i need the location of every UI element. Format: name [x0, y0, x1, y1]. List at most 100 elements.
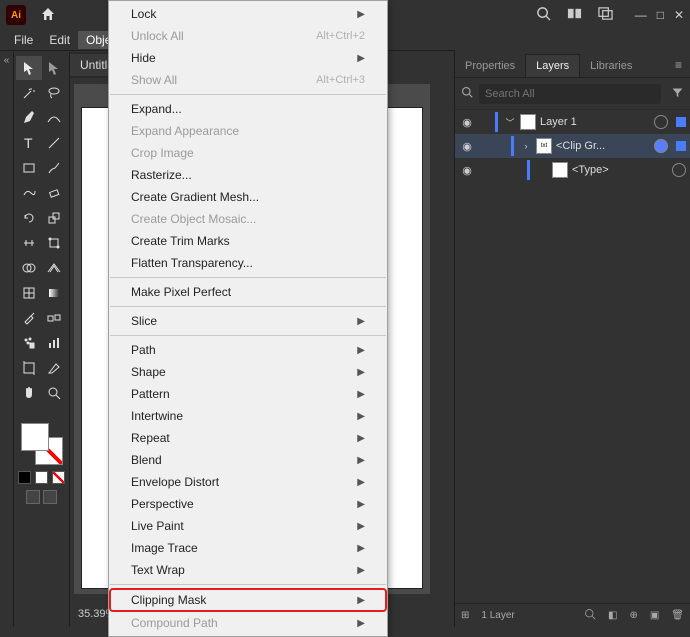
menu-live-paint[interactable]: Live Paint▶ — [109, 515, 387, 537]
expand-icon[interactable]: › — [520, 141, 532, 151]
layer-name[interactable]: <Type> — [572, 164, 668, 176]
shaper-tool[interactable] — [16, 181, 42, 205]
arrange-icon[interactable] — [567, 6, 582, 24]
menu-pattern[interactable]: Pattern▶ — [109, 383, 387, 405]
close-button[interactable]: ✕ — [674, 8, 684, 22]
none-mode-swatch[interactable] — [52, 471, 65, 484]
minimize-button[interactable]: — — [635, 8, 647, 22]
direct-selection-tool[interactable] — [42, 56, 68, 80]
menu-repeat[interactable]: Repeat▶ — [109, 427, 387, 449]
artboard-tool[interactable] — [16, 356, 42, 380]
target-icon[interactable] — [672, 163, 686, 177]
curvature-tool[interactable] — [42, 106, 68, 130]
menu-slice[interactable]: Slice▶ — [109, 310, 387, 332]
visibility-icon[interactable]: ◉ — [459, 116, 475, 129]
menu-make-pixel-perfect[interactable]: Make Pixel Perfect — [109, 281, 387, 303]
menu-compound-path[interactable]: Compound Path▶ — [109, 612, 387, 634]
gradient-mode-swatch[interactable] — [35, 471, 48, 484]
pen-tool[interactable] — [16, 106, 42, 130]
expand-icon[interactable]: ﹀ — [504, 116, 516, 129]
menu-envelope-distort[interactable]: Envelope Distort▶ — [109, 471, 387, 493]
selection-tool[interactable] — [16, 56, 42, 80]
gradient-tool[interactable] — [42, 281, 68, 305]
submenu-arrow-icon: ▶ — [357, 595, 365, 606]
menu-perspective[interactable]: Perspective▶ — [109, 493, 387, 515]
menu-path[interactable]: Path▶ — [109, 339, 387, 361]
rotate-tool[interactable] — [16, 206, 42, 230]
submenu-arrow-icon: ▶ — [357, 433, 365, 444]
visibility-icon[interactable]: ◉ — [459, 140, 475, 153]
visibility-icon[interactable]: ◉ — [459, 164, 475, 177]
submenu-arrow-icon: ▶ — [357, 455, 365, 466]
graph-tool[interactable] — [42, 331, 68, 355]
fill-stroke-swatch[interactable] — [21, 423, 63, 465]
perspective-grid-tool[interactable] — [42, 256, 68, 280]
menu-text-wrap[interactable]: Text Wrap▶ — [109, 559, 387, 581]
locate-object-icon[interactable] — [584, 608, 596, 623]
submenu-arrow-icon: ▶ — [357, 9, 365, 20]
slice-tool[interactable] — [42, 356, 68, 380]
menu-blend[interactable]: Blend▶ — [109, 449, 387, 471]
magic-wand-tool[interactable] — [16, 81, 42, 105]
make-clipping-mask-icon[interactable]: ◧ — [608, 610, 617, 621]
create-sublayer-icon[interactable]: ⊕ — [629, 610, 637, 621]
rectangle-tool[interactable] — [16, 156, 42, 180]
blend-tool[interactable] — [42, 306, 68, 330]
menu-shape[interactable]: Shape▶ — [109, 361, 387, 383]
draw-behind-icon[interactable] — [43, 490, 57, 504]
layer-name[interactable]: Layer 1 — [540, 116, 650, 128]
menu-file[interactable]: File — [6, 31, 41, 49]
brush-tool[interactable] — [42, 156, 68, 180]
panel-tabs: Properties Layers Libraries ≡ — [455, 50, 690, 78]
target-icon[interactable] — [654, 115, 668, 129]
tab-libraries[interactable]: Libraries — [580, 55, 642, 77]
layer-row[interactable]: ◉ › txt <Clip Gr... — [455, 134, 690, 158]
width-tool[interactable] — [16, 231, 42, 255]
right-panel: Properties Layers Libraries ≡ ◉ ﹀ Layer … — [454, 50, 690, 627]
menu-rasterize[interactable]: Rasterize... — [109, 164, 387, 186]
delete-layer-icon[interactable]: 🗑 — [671, 610, 684, 621]
filter-icon[interactable] — [671, 86, 684, 102]
menu-clipping-mask[interactable]: Clipping Mask▶ — [109, 588, 387, 612]
fill-swatch[interactable] — [21, 423, 49, 451]
layer-row[interactable]: ◉ <Type> — [455, 158, 690, 182]
menu-create-gradient-mesh[interactable]: Create Gradient Mesh... — [109, 186, 387, 208]
menu-image-trace[interactable]: Image Trace▶ — [109, 537, 387, 559]
layer-name[interactable]: <Clip Gr... — [556, 140, 650, 152]
arrange2-icon[interactable] — [598, 6, 613, 24]
eraser-tool[interactable] — [42, 181, 68, 205]
menu-flatten-transparency[interactable]: Flatten Transparency... — [109, 252, 387, 274]
draw-normal-icon[interactable] — [26, 490, 40, 504]
eyedropper-tool[interactable] — [16, 306, 42, 330]
shape-builder-tool[interactable] — [16, 256, 42, 280]
menu-lock[interactable]: Lock▶ — [109, 3, 387, 25]
color-mode-swatch[interactable] — [18, 471, 31, 484]
free-transform-tool[interactable] — [42, 231, 68, 255]
target-icon[interactable] — [654, 139, 668, 153]
menu-create-trim-marks[interactable]: Create Trim Marks — [109, 230, 387, 252]
maximize-button[interactable]: □ — [657, 8, 664, 22]
hand-tool[interactable] — [16, 381, 42, 405]
tab-properties[interactable]: Properties — [455, 55, 525, 77]
paste-remembers-icon[interactable]: ⊞ — [461, 610, 469, 621]
menu-hide[interactable]: Hide▶ — [109, 47, 387, 69]
new-layer-icon[interactable]: ▣ — [650, 610, 659, 621]
collapse-toolbar-icon[interactable]: « — [4, 55, 10, 627]
menu-edit[interactable]: Edit — [41, 31, 78, 49]
lasso-tool[interactable] — [42, 81, 68, 105]
type-tool[interactable]: T — [16, 131, 42, 155]
line-tool[interactable] — [42, 131, 68, 155]
menu-expand[interactable]: Expand... — [109, 98, 387, 120]
zoom-tool[interactable] — [42, 381, 68, 405]
home-icon[interactable] — [40, 6, 56, 25]
menu-intertwine[interactable]: Intertwine▶ — [109, 405, 387, 427]
scale-tool[interactable] — [42, 206, 68, 230]
search-icon[interactable] — [536, 6, 551, 24]
selection-indicator — [676, 117, 686, 127]
panel-menu-icon[interactable]: ≡ — [667, 53, 690, 77]
layer-row[interactable]: ◉ ﹀ Layer 1 — [455, 110, 690, 134]
tab-layers[interactable]: Layers — [525, 54, 580, 77]
layers-search-input[interactable] — [479, 84, 661, 104]
symbol-sprayer-tool[interactable] — [16, 331, 42, 355]
mesh-tool[interactable] — [16, 281, 42, 305]
